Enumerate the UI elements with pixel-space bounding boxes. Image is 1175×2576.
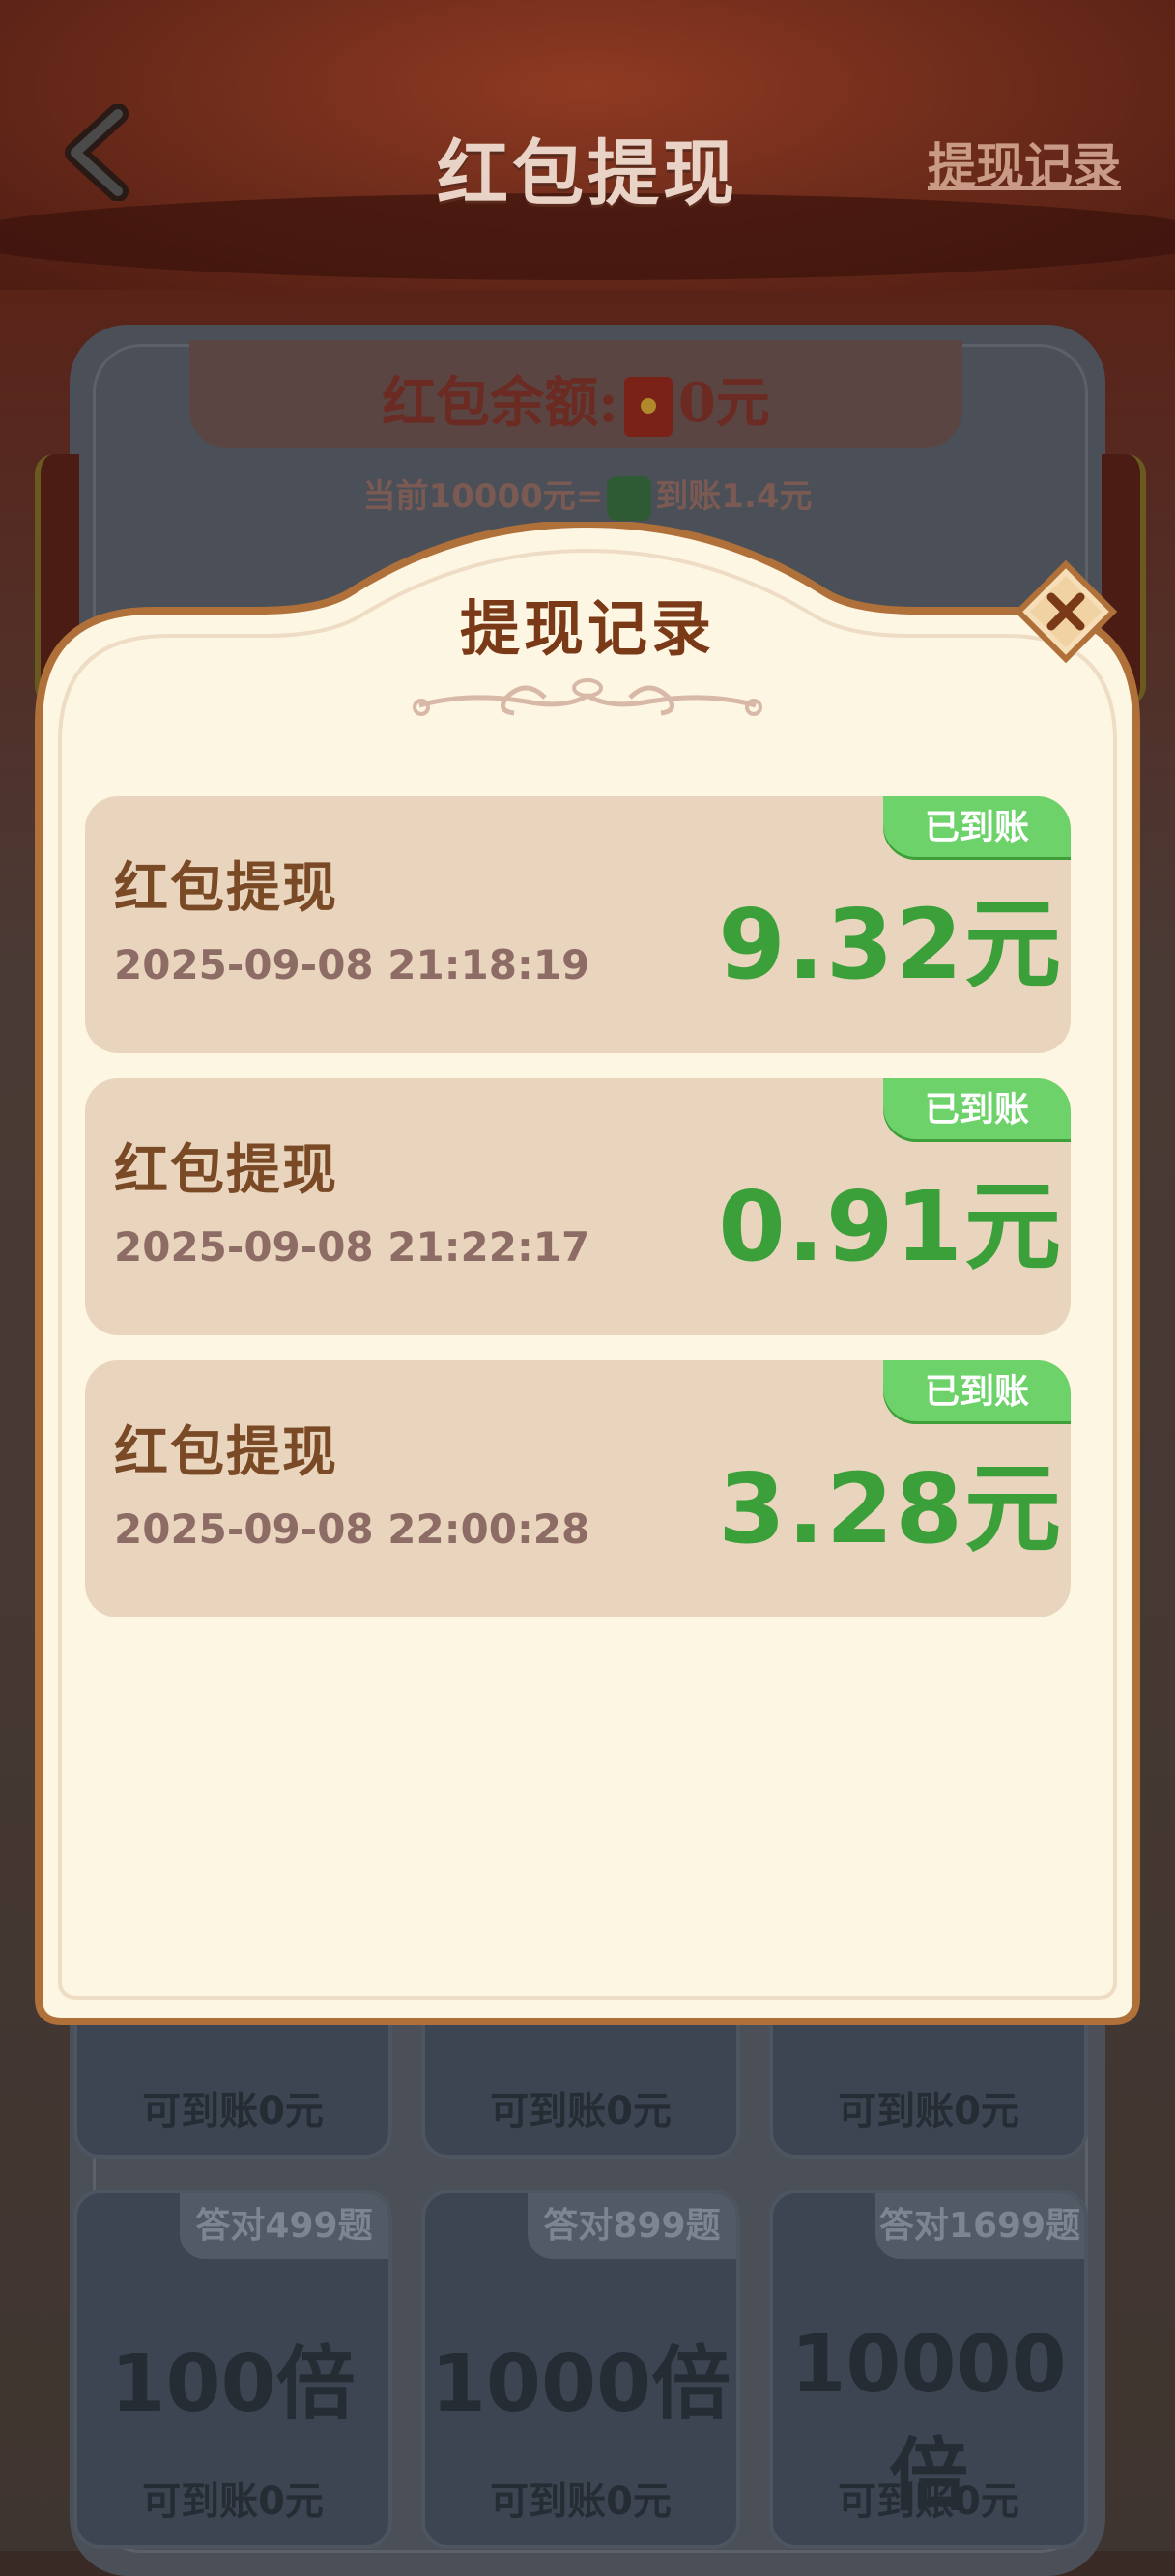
balance-label: 红包余额: [382, 371, 618, 435]
record-time: 2025-09-08 21:18:19 [114, 941, 590, 988]
balance-display: 红包余额: 0元 [189, 359, 962, 438]
close-icon [1014, 559, 1118, 664]
record-item: 红包提现 2025-09-08 22:00:28 3.28元 已到账 [85, 1360, 1071, 1617]
close-button[interactable] [1014, 559, 1118, 664]
rate-suffix: 到账1.4元 [655, 477, 813, 516]
tier-available: 可到账0元 [142, 2089, 324, 2133]
record-amount: 9.32元 [718, 888, 1063, 1001]
record-status-badge: 已到账 [883, 1360, 1071, 1424]
tier-card[interactable]: 答对1699题 10000倍 可到账0元 [769, 2190, 1088, 2549]
tier-available: 可到账0元 [838, 2089, 1019, 2133]
exchange-rate: 当前10000元= 到账1.4元 [0, 470, 1175, 521]
tier-available: 可到账0元 [838, 2479, 1019, 2524]
tier-card[interactable]: 答对899题 1000倍 可到账0元 [421, 2190, 740, 2549]
tier-available: 可到账0元 [490, 2479, 672, 2524]
tier-requirement-badge: 答对899题 [528, 2193, 736, 2259]
tier-available: 可到账0元 [142, 2479, 324, 2524]
ornament-divider [413, 678, 762, 716]
tier-requirement-badge: 答对1699题 [875, 2193, 1084, 2259]
record-time: 2025-09-08 22:00:28 [114, 1505, 590, 1553]
record-amount: 3.28元 [718, 1452, 1063, 1565]
rate-prefix: 当前10000元= [362, 477, 604, 516]
record-item: 红包提现 2025-09-08 21:18:19 9.32元 已到账 [85, 796, 1071, 1053]
record-item: 红包提现 2025-09-08 21:22:17 0.91元 已到账 [85, 1078, 1071, 1335]
wechat-icon [607, 475, 652, 521]
record-title: 红包提现 [114, 1420, 338, 1484]
balance-amount: 0元 [677, 371, 770, 435]
tier-card[interactable]: 答对499题 100倍 可到账0元 [73, 2190, 392, 2549]
tier-requirement-badge: 答对499题 [180, 2193, 388, 2259]
tier-multiplier: 1000倍 [430, 2338, 731, 2430]
tier-multiplier: 100倍 [110, 2338, 356, 2430]
record-status-badge: 已到账 [883, 796, 1071, 860]
withdraw-record-link[interactable]: 提现记录 [928, 128, 1121, 197]
record-time: 2025-09-08 21:22:17 [114, 1223, 590, 1271]
red-packet-icon [623, 377, 673, 438]
record-title: 红包提现 [114, 1138, 338, 1202]
tier-available: 可到账0元 [490, 2089, 672, 2133]
record-amount: 0.91元 [718, 1170, 1063, 1283]
record-status-badge: 已到账 [883, 1078, 1071, 1142]
record-title: 红包提现 [114, 856, 338, 920]
modal-title: 提现记录 [459, 593, 715, 664]
